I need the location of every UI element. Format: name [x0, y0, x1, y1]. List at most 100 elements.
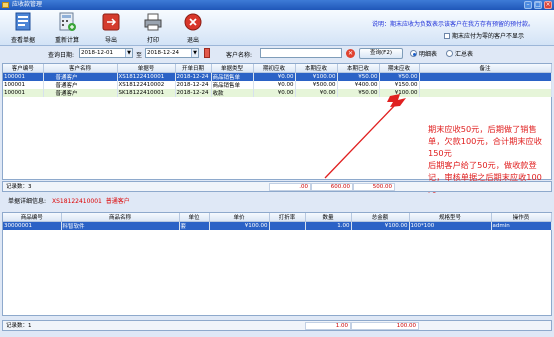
hide-zero-checkbox[interactable] — [443, 32, 450, 39]
cell: 套 — [179, 221, 210, 230]
radio-detail-label: 明细表 — [419, 51, 438, 58]
column-header[interactable]: 期末应收 — [379, 64, 420, 73]
exit-icon — [184, 13, 202, 31]
cell: 100*100 — [409, 221, 492, 230]
detail-table: 商品编号 商品名称 单位 单价 打折率 数量 总金额 规格型号 操作员 3000… — [3, 213, 552, 230]
receivables-table: 客户编号 客户名称 单据号 开单日期 单据类型 期初应收 本期应收 本期已收 期… — [3, 64, 552, 97]
exit-button[interactable]: 退出 — [176, 11, 210, 45]
column-header[interactable]: 单据号 — [117, 64, 176, 73]
recalculate-label: 重新计算 — [54, 37, 79, 44]
detail-label: 单据详细信息: — [8, 198, 47, 205]
export-button[interactable]: 导出 — [94, 11, 128, 45]
date-from-picker[interactable]: 2018-12-01 ▼ — [79, 48, 133, 58]
column-header[interactable]: 客户名称 — [43, 64, 118, 73]
date-label: 查询日期: — [48, 52, 75, 59]
print-button[interactable]: 打印 — [136, 11, 170, 45]
hide-zero-option[interactable]: 期末应付为零的客户不显示 — [443, 31, 524, 40]
view-document-button[interactable]: 查看单据 — [6, 11, 40, 45]
cell: 100001 — [3, 72, 44, 81]
column-header[interactable]: 期初应收 — [253, 64, 296, 73]
column-header[interactable]: 数量 — [305, 213, 352, 222]
column-header[interactable]: 操作员 — [491, 213, 552, 222]
close-button[interactable]: × — [544, 1, 552, 9]
cell: 普通客户 — [43, 81, 118, 89]
sum-received: 500.00 — [353, 183, 395, 191]
detail-header-row: 商品编号 商品名称 单位 单价 打折率 数量 总金额 规格型号 操作员 — [3, 213, 552, 222]
calendar-icon[interactable] — [204, 48, 210, 58]
column-header[interactable]: 商品名称 — [61, 213, 180, 222]
cell: ¥50.00 — [337, 89, 380, 97]
exit-label: 退出 — [186, 37, 199, 44]
cell: ¥50.00 — [379, 72, 420, 81]
cell: 科智软件 — [61, 221, 180, 230]
table-row[interactable]: 30000001 科智软件 套 ¥100.00 1.00 ¥100.00 100… — [3, 221, 552, 230]
sum-opening: .00 — [269, 183, 311, 191]
cell: ¥400.00 — [337, 81, 380, 89]
cell — [419, 89, 552, 97]
radio-summary[interactable]: 汇总表 — [446, 49, 473, 58]
table-row[interactable]: 100001 普通客户 XS18122410002 2018-12-24 商品销… — [3, 81, 552, 89]
cell: ¥0.00 — [253, 81, 296, 89]
cell: ¥100.00 — [209, 221, 270, 230]
radio-summary-label: 汇总表 — [455, 51, 474, 58]
clear-customer-icon[interactable]: ✕ — [346, 49, 355, 58]
column-header[interactable]: 打折率 — [269, 213, 306, 222]
cell: 普通客户 — [43, 89, 118, 97]
column-header[interactable]: 总金额 — [351, 213, 410, 222]
cell: ¥150.00 — [379, 81, 420, 89]
query-button[interactable]: 查询(F2) — [359, 48, 403, 59]
chevron-down-icon[interactable]: ▼ — [125, 49, 132, 57]
receivables-summary: 记录数：3 .00 600.00 500.00 — [2, 181, 552, 192]
minimize-button[interactable]: – — [524, 1, 532, 9]
hide-zero-label: 期末应付为零的客户不显示 — [451, 33, 524, 40]
column-header[interactable]: 单价 — [209, 213, 270, 222]
detail-doc-no: XS18122410001 — [51, 198, 102, 205]
table-row[interactable]: 100001 普通客户 SK18122410001 2018-12-24 收款 … — [3, 89, 552, 97]
cell: admin — [491, 221, 552, 230]
cell: SK18122410001 — [117, 89, 176, 97]
cell — [269, 221, 306, 230]
customer-input[interactable] — [260, 48, 342, 58]
cell: ¥0.00 — [253, 89, 296, 97]
date-to-value: 2018-12-24 — [147, 50, 179, 56]
detail-grid: 商品编号 商品名称 单位 单价 打折率 数量 总金额 规格型号 操作员 3000… — [2, 212, 552, 316]
record-count: 记录数：1 — [6, 323, 32, 329]
to-label: 至 — [136, 52, 143, 59]
sum-amount: 100.00 — [351, 322, 419, 330]
cell: 收款 — [211, 89, 254, 97]
chevron-down-icon[interactable]: ▼ — [191, 49, 198, 57]
cell: 2018-12-24 — [175, 81, 212, 89]
column-header[interactable]: 客户编号 — [3, 64, 44, 73]
recalculate-button[interactable]: 重新计算 — [50, 11, 84, 45]
sum-current: 600.00 — [311, 183, 353, 191]
cell — [419, 81, 552, 89]
date-to-picker[interactable]: 2018-12-24 ▼ — [145, 48, 199, 58]
column-header[interactable]: 备注 — [419, 64, 552, 73]
toolbar: 查看单据 重新计算 导出 打印 退出 说明：期末应收为负数表示该客户在我方存有预… — [0, 10, 554, 46]
column-header[interactable]: 单据类型 — [211, 64, 254, 73]
cell: 商品销售单 — [211, 81, 254, 89]
column-header[interactable]: 单位 — [179, 213, 210, 222]
cell: XS18122410001 — [117, 72, 176, 81]
cell: 商品销售单 — [211, 72, 254, 81]
radio-summary-dot[interactable] — [446, 50, 453, 57]
column-header[interactable]: 商品编号 — [3, 213, 62, 222]
maximize-button[interactable]: □ — [534, 1, 542, 9]
column-header[interactable]: 本期应收 — [295, 64, 338, 73]
detail-header: 单据详细信息: XS18122410001 普通客户 — [8, 196, 130, 205]
record-count: 记录数：3 — [6, 184, 32, 190]
column-header[interactable]: 规格型号 — [409, 213, 492, 222]
table-row[interactable]: 100001 普通客户 XS18122410001 2018-12-24 商品销… — [3, 72, 552, 81]
column-header[interactable]: 开单日期 — [175, 64, 212, 73]
window-title: 应收款管理 — [12, 1, 43, 8]
export-icon — [102, 13, 120, 31]
radio-detail-dot[interactable] — [410, 50, 417, 57]
cell: ¥0.00 — [295, 89, 338, 97]
radio-detail[interactable]: 明细表 — [410, 49, 437, 58]
customer-label: 客户名称: — [226, 52, 253, 59]
column-header[interactable]: 本期已收 — [337, 64, 380, 73]
window-title-bar: 应收款管理 – □ × — [0, 0, 554, 10]
cell: 普通客户 — [43, 72, 118, 81]
cell: 2018-12-24 — [175, 89, 212, 97]
cell: ¥50.00 — [337, 72, 380, 81]
